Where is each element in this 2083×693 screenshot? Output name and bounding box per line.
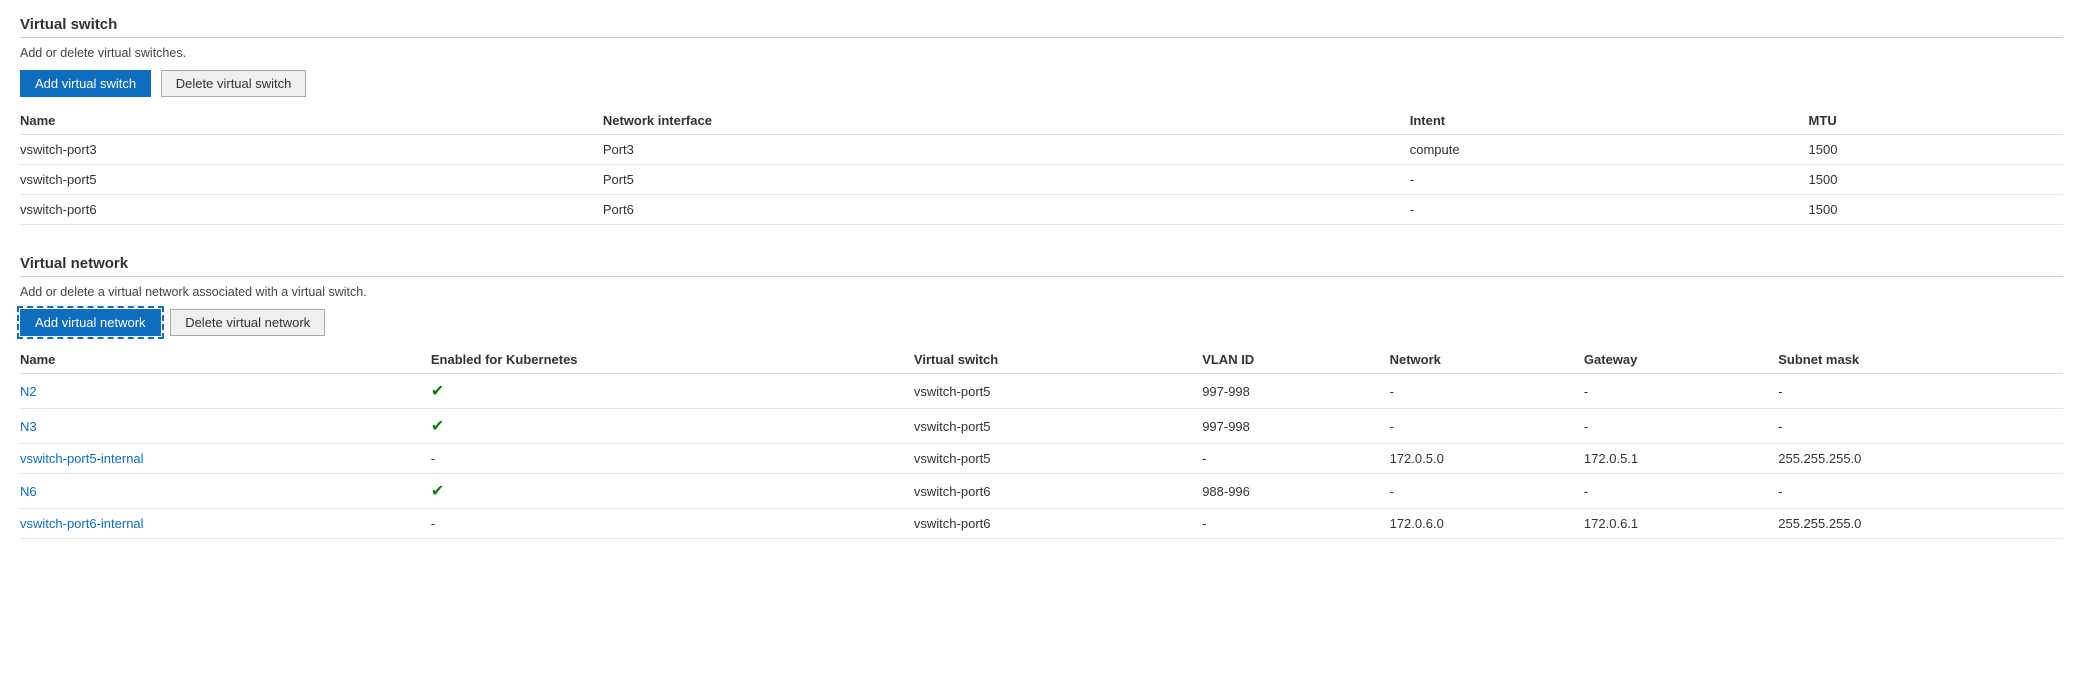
vn-vlan-cell: - (1202, 509, 1389, 539)
virtual-network-section: Virtual network Add or delete a virtual … (20, 255, 2063, 539)
virtual-network-divider (20, 276, 2063, 277)
delete-virtual-switch-button[interactable]: Delete virtual switch (161, 70, 307, 97)
vs-name-cell: vswitch-port5 (20, 165, 603, 195)
col-virtual-switch: Virtual switch (914, 346, 1202, 374)
vn-network-cell: - (1390, 474, 1584, 509)
col-enabled-k8s: Enabled for Kubernetes (431, 346, 914, 374)
col-name: Name (20, 107, 603, 135)
virtual-network-title: Virtual network (20, 255, 2063, 272)
vn-gateway-cell: 172.0.6.1 (1584, 509, 1778, 539)
virtual-switch-title: Virtual switch (20, 16, 2063, 33)
col-intent: Intent (1410, 107, 1809, 135)
k8s-disabled-text: - (431, 451, 435, 466)
virtual-switch-description: Add or delete virtual switches. (20, 46, 2063, 60)
vn-network-cell: - (1390, 409, 1584, 444)
vn-k8s-cell: ✔ (431, 474, 914, 509)
col-subnet-mask: Subnet mask (1778, 346, 2063, 374)
vn-k8s-cell: ✔ (431, 374, 914, 409)
vn-network-cell: 172.0.6.0 (1390, 509, 1584, 539)
vn-vlan-cell: 997-998 (1202, 409, 1389, 444)
virtual-switch-table: Name Network interface Intent MTU vswitc… (20, 107, 2063, 225)
virtual-switch-section: Virtual switch Add or delete virtual swi… (20, 16, 2063, 225)
k8s-disabled-text: - (431, 516, 435, 531)
vn-gateway-cell: - (1584, 374, 1778, 409)
col-mtu: MTU (1809, 107, 2063, 135)
table-row: vswitch-port6-internal - vswitch-port6 -… (20, 509, 2063, 539)
vs-name-cell: vswitch-port6 (20, 195, 603, 225)
table-row: N6 ✔ vswitch-port6 988-996 - - - (20, 474, 2063, 509)
vs-mtu-cell: 1500 (1809, 165, 2063, 195)
virtual-network-description: Add or delete a virtual network associat… (20, 285, 2063, 299)
virtual-switch-table-container: Name Network interface Intent MTU vswitc… (20, 107, 2063, 225)
col-vn-name: Name (20, 346, 431, 374)
vn-subnet-cell: 255.255.255.0 (1778, 444, 2063, 474)
vs-network-interface-cell: Port6 (603, 195, 1410, 225)
vs-network-interface-cell: Port5 (603, 165, 1410, 195)
vn-subnet-cell: - (1778, 474, 2063, 509)
vs-mtu-cell: 1500 (1809, 135, 2063, 165)
vs-network-interface-cell: Port3 (603, 135, 1410, 165)
vn-vswitch-cell: vswitch-port5 (914, 409, 1202, 444)
vn-name-link[interactable]: N6 (20, 484, 37, 499)
virtual-network-button-row: Add virtual network Delete virtual netwo… (20, 309, 2063, 336)
vn-name-cell: N3 (20, 409, 431, 444)
vn-name-link[interactable]: N3 (20, 419, 37, 434)
vn-vlan-cell: - (1202, 444, 1389, 474)
check-icon: ✔ (431, 418, 444, 435)
add-virtual-network-button[interactable]: Add virtual network (20, 309, 161, 336)
col-network-interface: Network interface (603, 107, 1410, 135)
vn-k8s-cell: - (431, 509, 914, 539)
table-row: vswitch-port6 Port6 - 1500 (20, 195, 2063, 225)
vs-mtu-cell: 1500 (1809, 195, 2063, 225)
virtual-switch-divider (20, 37, 2063, 38)
vn-vswitch-cell: vswitch-port6 (914, 474, 1202, 509)
vs-name-cell: vswitch-port3 (20, 135, 603, 165)
vn-k8s-cell: ✔ (431, 409, 914, 444)
col-vlan-id: VLAN ID (1202, 346, 1389, 374)
vn-vswitch-cell: vswitch-port6 (914, 509, 1202, 539)
col-gateway: Gateway (1584, 346, 1778, 374)
vn-vswitch-cell: vswitch-port5 (914, 374, 1202, 409)
vs-intent-cell: - (1410, 195, 1809, 225)
vn-vlan-cell: 997-998 (1202, 374, 1389, 409)
virtual-switch-table-header: Name Network interface Intent MTU (20, 107, 2063, 135)
table-row: N2 ✔ vswitch-port5 997-998 - - - (20, 374, 2063, 409)
vn-gateway-cell: - (1584, 409, 1778, 444)
vn-network-cell: - (1390, 374, 1584, 409)
vn-gateway-cell: - (1584, 474, 1778, 509)
virtual-network-table-header: Name Enabled for Kubernetes Virtual swit… (20, 346, 2063, 374)
vn-subnet-cell: 255.255.255.0 (1778, 509, 2063, 539)
virtual-switch-button-row: Add virtual switch Delete virtual switch (20, 70, 2063, 97)
vn-vswitch-cell: vswitch-port5 (914, 444, 1202, 474)
vs-intent-cell: compute (1410, 135, 1809, 165)
vn-vlan-cell: 988-996 (1202, 474, 1389, 509)
table-row: vswitch-port5 Port5 - 1500 (20, 165, 2063, 195)
vn-name-link[interactable]: N2 (20, 384, 37, 399)
vn-name-cell: vswitch-port5-internal (20, 444, 431, 474)
vn-name-cell: N2 (20, 374, 431, 409)
vn-name-cell: vswitch-port6-internal (20, 509, 431, 539)
vn-network-cell: 172.0.5.0 (1390, 444, 1584, 474)
delete-virtual-network-button[interactable]: Delete virtual network (170, 309, 325, 336)
vn-name-link[interactable]: vswitch-port5-internal (20, 451, 144, 466)
virtual-network-table: Name Enabled for Kubernetes Virtual swit… (20, 346, 2063, 539)
vn-name-link[interactable]: vswitch-port6-internal (20, 516, 144, 531)
check-icon: ✔ (431, 383, 444, 400)
vn-gateway-cell: 172.0.5.1 (1584, 444, 1778, 474)
table-row: vswitch-port3 Port3 compute 1500 (20, 135, 2063, 165)
vn-name-cell: N6 (20, 474, 431, 509)
col-network: Network (1390, 346, 1584, 374)
vn-subnet-cell: - (1778, 374, 2063, 409)
check-icon: ✔ (431, 483, 444, 500)
table-row: N3 ✔ vswitch-port5 997-998 - - - (20, 409, 2063, 444)
virtual-network-table-container: Name Enabled for Kubernetes Virtual swit… (20, 346, 2063, 539)
vs-intent-cell: - (1410, 165, 1809, 195)
add-virtual-switch-button[interactable]: Add virtual switch (20, 70, 151, 97)
table-row: vswitch-port5-internal - vswitch-port5 -… (20, 444, 2063, 474)
vn-subnet-cell: - (1778, 409, 2063, 444)
vn-k8s-cell: - (431, 444, 914, 474)
